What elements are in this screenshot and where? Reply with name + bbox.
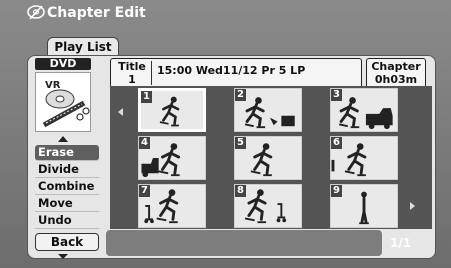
title-label: Title <box>118 60 146 73</box>
edit-menu: Erase Divide Combine Move Undo <box>35 145 99 229</box>
page-left-arrow-icon[interactable] <box>118 108 123 116</box>
thumbnail-number: 7 <box>139 185 150 197</box>
chapter-thumbnail-5[interactable]: 5 <box>234 136 302 180</box>
chapter-thumbnail-8[interactable]: 8 <box>234 184 302 228</box>
title-number: 1 <box>128 73 136 86</box>
vr-disc-scissors-icon: VR <box>42 80 90 128</box>
chapter-thumbnail-2[interactable]: 2 <box>234 88 302 132</box>
media-type-label: DVD <box>35 58 91 70</box>
menu-item-erase[interactable]: Erase <box>35 145 99 161</box>
title-details: 15:00 Wed11/12 Pr 5 LP <box>157 64 306 77</box>
thumbnail-number: 3 <box>331 89 342 101</box>
chapter-edit-screen: Chapter Edit Play List DVD VR Erase Divi… <box>0 0 451 268</box>
disc-edit-icon <box>27 5 45 20</box>
menu-scroll-up-icon[interactable] <box>58 136 68 142</box>
page-indicator: 1/1 <box>390 236 412 250</box>
menu-scroll-down-icon[interactable] <box>58 254 68 259</box>
chapter-time: 0h03m <box>374 73 418 86</box>
thumbnail-number: 9 <box>331 185 342 197</box>
chapter-thumbnail-6[interactable]: 6 <box>330 136 398 180</box>
thumbnail-number: 6 <box>331 137 342 149</box>
chapter-thumbnail-9[interactable]: 9 <box>330 184 398 228</box>
disc-icon-box: VR <box>35 72 91 132</box>
menu-item-combine[interactable]: Combine <box>35 179 99 195</box>
tab-play-list[interactable]: Play List <box>47 37 119 57</box>
thumbnail-number: 1 <box>141 91 152 103</box>
page-title: Chapter Edit <box>47 5 146 21</box>
info-divider <box>151 61 152 85</box>
chapter-time-box: Chapter 0h03m <box>366 58 426 88</box>
menu-item-divide[interactable]: Divide <box>35 162 99 178</box>
menu-item-move[interactable]: Move <box>35 196 99 212</box>
chapter-thumbnail-3[interactable]: 3 <box>330 88 398 132</box>
chapter-thumbnail-4[interactable]: 4 <box>138 136 206 180</box>
thumbnail-number: 4 <box>139 137 150 149</box>
back-button[interactable]: Back <box>35 233 99 251</box>
chapter-label: Chapter <box>371 60 421 73</box>
thumbnail-number: 5 <box>235 137 246 149</box>
chapter-thumbnail-1[interactable]: 1 <box>138 88 206 132</box>
title-info-bar: Title 1 15:00 Wed11/12 Pr 5 LP <box>110 58 362 88</box>
thumbnail-number: 8 <box>235 185 246 197</box>
menu-item-undo[interactable]: Undo <box>35 213 99 229</box>
disc-vr-label: VR <box>45 80 61 91</box>
chapter-thumbnail-7[interactable]: 7 <box>138 184 206 228</box>
thumbnail-number: 2 <box>235 89 246 101</box>
page-right-arrow-icon[interactable] <box>410 202 415 210</box>
status-bar <box>106 230 382 256</box>
title-label-block: Title 1 <box>117 60 147 86</box>
